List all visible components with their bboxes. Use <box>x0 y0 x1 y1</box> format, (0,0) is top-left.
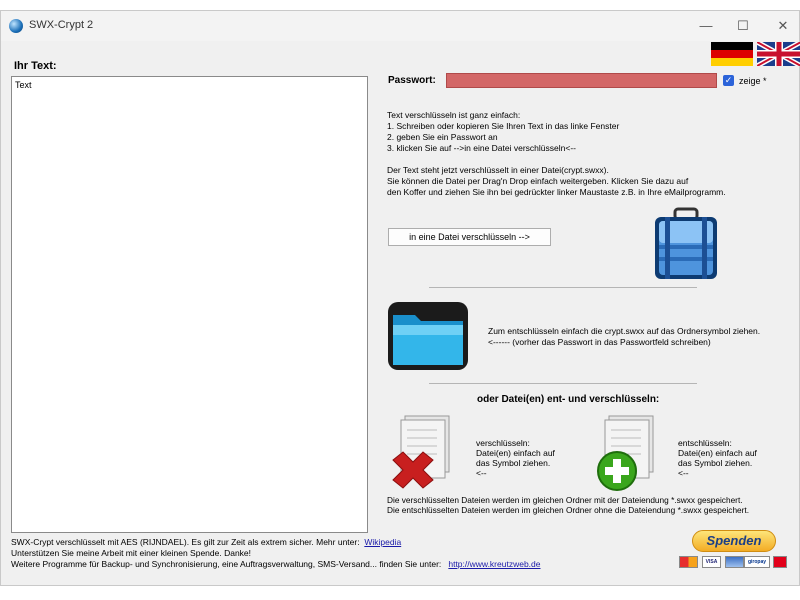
instruction-line: 2. geben Sie ein Passwort an <box>387 132 498 142</box>
ec-card-icon <box>773 556 787 568</box>
instructions: Text verschlüsseln ist ganz einfach: 1. … <box>387 110 726 198</box>
text-heading: Ihr Text: <box>14 60 57 72</box>
encrypt-files-line: das Symbol ziehen. <box>476 458 551 468</box>
encrypt-to-file-button[interactable]: in eine Datei verschlüsseln --> <box>388 228 551 246</box>
encrypt-files-line: verschlüsseln: <box>476 438 530 448</box>
encrypt-files-text: verschlüsseln: Datei(en) einfach auf das… <box>476 438 555 478</box>
decrypt-line: <------ (vorher das Passwort in das Pass… <box>488 337 711 347</box>
uk-flag-icon[interactable] <box>757 42 800 66</box>
password-field[interactable] <box>446 73 717 88</box>
save-notes: Die verschlüsselten Dateien werden im gl… <box>387 495 749 515</box>
title-bar: SWX-Crypt 2 — ☐ ✕ <box>1 11 799 41</box>
instruction-line <box>387 154 726 165</box>
german-flag-icon[interactable] <box>711 42 753 66</box>
website-link[interactable]: http://www.kreutzweb.de <box>448 559 540 569</box>
encrypt-files-icon[interactable] <box>391 414 461 492</box>
encrypt-files-line: Datei(en) einfach auf <box>476 448 555 458</box>
instruction-line: 1. Schreiben oder kopieren Sie Ihren Tex… <box>387 121 620 131</box>
giropay-icon: giropay <box>744 556 770 568</box>
decrypt-files-line: das Symbol ziehen. <box>678 458 753 468</box>
decrypt-line: Zum entschlüsseln einfach die crypt.swxx… <box>488 326 761 336</box>
instruction-line: Text verschlüsseln ist ganz einfach: <box>387 110 521 120</box>
decrypt-files-line: entschlüsseln: <box>678 438 732 448</box>
decrypt-files-icon[interactable] <box>597 414 667 492</box>
close-button[interactable]: ✕ <box>768 15 798 37</box>
text-input-area[interactable]: Text <box>11 76 368 533</box>
decrypt-instructions: Zum entschlüsseln einfach die crypt.swxx… <box>488 326 760 348</box>
footer-line: SWX-Crypt verschlüsselt mit AES (RIJNDAE… <box>11 537 360 547</box>
suitcase-icon[interactable] <box>651 207 721 283</box>
visa-icon: VISA <box>702 556 721 568</box>
divider <box>429 383 697 384</box>
wikipedia-link[interactable]: Wikipedia <box>364 537 401 547</box>
note-line: Die verschlüsselten Dateien werden im gl… <box>387 495 743 505</box>
instruction-line: den Koffer und ziehen Sie ihn bei gedrüc… <box>387 187 726 197</box>
show-password-label: zeige * <box>739 76 767 86</box>
files-heading: oder Datei(en) ent- und verschlüsseln: <box>477 394 660 405</box>
footer-line: Unterstützen Sie meine Arbeit mit einer … <box>11 548 252 558</box>
mastercard-icon <box>679 556 698 568</box>
instruction-line: 3. klicken Sie auf -->in eine Datei vers… <box>387 143 576 153</box>
show-password-checkbox[interactable]: ✓ <box>723 75 734 86</box>
password-label: Passwort: <box>388 75 436 86</box>
decrypt-files-line: <-- <box>678 468 689 478</box>
app-globe-icon <box>9 19 23 33</box>
window-title: SWX-Crypt 2 <box>29 19 94 31</box>
instruction-line: Sie können die Datei per Drag'n Drop ein… <box>387 176 689 186</box>
encrypt-files-line: <-- <box>476 468 487 478</box>
folder-icon[interactable] <box>387 301 469 371</box>
amex-icon <box>725 556 744 568</box>
divider <box>429 287 697 288</box>
maximize-button[interactable]: ☐ <box>728 15 758 37</box>
note-line: Die entschlüsselten Dateien werden im gl… <box>387 505 750 515</box>
donate-button[interactable]: Spenden <box>692 530 776 552</box>
footer-line: Weitere Programme für Backup- und Synchr… <box>11 559 442 569</box>
footer: SWX-Crypt verschlüsselt mit AES (RIJNDAE… <box>11 537 541 570</box>
instruction-line: Der Text steht jetzt verschlüsselt in ei… <box>387 165 609 175</box>
minimize-button[interactable]: — <box>691 15 721 37</box>
decrypt-files-line: Datei(en) einfach auf <box>678 448 757 458</box>
app-window: SWX-Crypt 2 — ☐ ✕ Ihr Text: Text Passwor… <box>0 10 800 586</box>
decrypt-files-text: entschlüsseln: Datei(en) einfach auf das… <box>678 438 757 478</box>
